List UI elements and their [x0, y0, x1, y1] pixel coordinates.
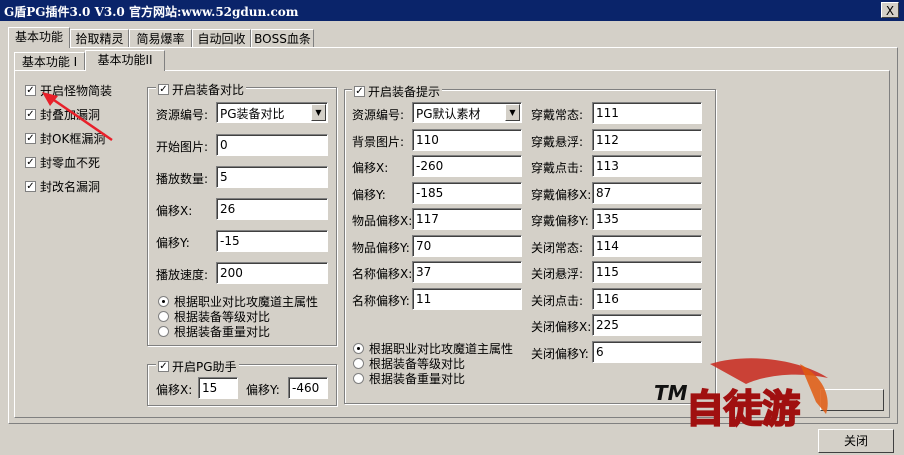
- etl-input[interactable]: 11: [412, 287, 522, 310]
- tab-4[interactable]: 自动回收: [192, 29, 251, 47]
- ec-input[interactable]: 26: [216, 198, 328, 220]
- etl-label: 偏移X:: [352, 161, 389, 175]
- etl-select-value: PG默认素材: [416, 107, 481, 121]
- ec-label: 播放数量:: [156, 172, 209, 186]
- window-title: G盾PG插件3.0 V3.0 官方网站:www.52gdun.com: [4, 5, 299, 19]
- etr-label: 穿戴悬浮:: [531, 134, 584, 149]
- etr-input[interactable]: 87: [592, 181, 702, 204]
- etr-input[interactable]: 112: [592, 128, 702, 151]
- etr-label: 穿戴偏移Y:: [531, 214, 589, 228]
- ec-label: 资源编号:: [156, 108, 209, 122]
- ec-label: 偏移Y:: [156, 236, 190, 250]
- radio-unselected-icon[interactable]: [158, 326, 169, 337]
- etl-select[interactable]: PG默认素材 ▼: [412, 102, 522, 123]
- left-option-label: 封改名漏洞: [40, 180, 101, 194]
- etl-label: 名称偏移Y:: [352, 293, 410, 308]
- etr-input[interactable]: 113: [592, 155, 702, 177]
- etl-input[interactable]: 70: [412, 234, 522, 257]
- subtab-2[interactable]: 基本功能II: [85, 50, 165, 71]
- ec-input[interactable]: 200: [216, 262, 328, 284]
- etr-label: 穿戴常态:: [531, 108, 584, 122]
- radio-selected-icon[interactable]: [158, 296, 169, 307]
- etl-label: 偏移Y:: [352, 187, 386, 202]
- ec-input[interactable]: 5: [216, 166, 328, 188]
- etl-input[interactable]: 110: [412, 128, 522, 151]
- equip-compare-checkbox[interactable]: ✓: [158, 84, 169, 95]
- etr-input[interactable]: 225: [592, 314, 702, 336]
- watermark-logo: TM 自徒游: [654, 358, 828, 432]
- etr-label: 关闭悬浮:: [531, 267, 584, 281]
- etr-label: 关闭偏移Y:: [531, 346, 589, 361]
- radio-label: 根据装备重量对比: [369, 372, 466, 386]
- etr-label: 穿戴偏移X:: [531, 187, 592, 202]
- checkbox-checked[interactable]: ✓: [25, 109, 36, 120]
- checkbox-checked[interactable]: ✓: [25, 181, 36, 192]
- etl-label: 物品偏移X:: [352, 214, 413, 228]
- etr-label: 穿戴点击:: [531, 161, 584, 175]
- chevron-down-icon[interactable]: ▼: [311, 104, 326, 121]
- radio-option[interactable]: 根据装备重量对比: [353, 370, 465, 387]
- etr-input[interactable]: 111: [592, 102, 702, 124]
- etl-input[interactable]: 117: [412, 208, 522, 230]
- pg-helper-title: 开启PG助手: [172, 360, 237, 374]
- pg-helper-offset-x-input[interactable]: 15: [198, 377, 238, 399]
- ec-select-value: PG装备对比: [220, 107, 285, 121]
- tab-2[interactable]: 拾取精灵: [70, 29, 129, 47]
- etr-label: 关闭偏移X:: [531, 320, 592, 334]
- etl-label: 名称偏移X:: [352, 267, 413, 281]
- etr-label: 关闭常态:: [531, 240, 584, 255]
- radio-unselected-icon[interactable]: [353, 358, 364, 369]
- etl-input[interactable]: -260: [412, 155, 522, 177]
- etl-input[interactable]: -185: [412, 181, 522, 204]
- pg-helper-legend: ✓ 开启PG助手: [156, 358, 239, 375]
- equip-tip-checkbox[interactable]: ✓: [354, 86, 365, 97]
- etl-input[interactable]: 37: [412, 261, 522, 283]
- etr-input[interactable]: 116: [592, 287, 702, 310]
- radio-selected-icon[interactable]: [353, 343, 364, 354]
- radio-unselected-icon[interactable]: [353, 373, 364, 384]
- checkbox-checked[interactable]: ✓: [25, 157, 36, 168]
- ec-label: 开始图片:: [156, 140, 209, 154]
- pg-helper-checkbox[interactable]: ✓: [158, 361, 169, 372]
- equip-tip-legend: ✓ 开启装备提示: [352, 83, 443, 100]
- etr-input[interactable]: 115: [592, 261, 702, 283]
- etr-input[interactable]: 135: [592, 208, 702, 230]
- chevron-down-icon[interactable]: ▼: [505, 104, 520, 121]
- pg-helper-offset-y-label: 偏移Y:: [246, 383, 280, 397]
- subtab-1[interactable]: 基本功能 I: [14, 52, 85, 71]
- equip-compare-legend: ✓ 开启装备对比: [156, 81, 247, 98]
- equip-compare-title: 开启装备对比: [172, 83, 245, 97]
- radio-unselected-icon[interactable]: [158, 311, 169, 322]
- checkbox-checked[interactable]: ✓: [25, 133, 36, 144]
- red-arrow-annotation: [42, 92, 113, 142]
- title-bar: G盾PG插件3.0 V3.0 官方网站:www.52gdun.com X: [0, 0, 904, 21]
- ec-input[interactable]: -15: [216, 230, 328, 252]
- left-option-label: 封零血不死: [40, 156, 101, 170]
- ec-select[interactable]: PG装备对比 ▼: [216, 102, 328, 123]
- tab-5[interactable]: BOSS血条: [251, 29, 314, 47]
- radio-option[interactable]: 根据装备重量对比: [158, 323, 270, 340]
- tab-3[interactable]: 简易爆率: [129, 29, 192, 47]
- left-option-row[interactable]: ✓ 封零血不死: [25, 154, 100, 171]
- window-close-icon[interactable]: X: [881, 2, 899, 18]
- etl-label: 物品偏移Y:: [352, 240, 410, 255]
- svg-text:TM: TM: [654, 381, 688, 405]
- etl-label: 背景图片:: [352, 134, 405, 149]
- ec-label: 播放速度:: [156, 268, 209, 282]
- etl-label: 资源编号:: [352, 108, 405, 122]
- checkbox-checked[interactable]: ✓: [25, 85, 36, 96]
- ec-label: 偏移X:: [156, 204, 193, 218]
- ec-input[interactable]: 0: [216, 134, 328, 156]
- pg-helper-offset-y-input[interactable]: -460: [288, 377, 328, 399]
- radio-label: 根据装备重量对比: [174, 325, 271, 339]
- pg-helper-offset-x-label: 偏移X:: [156, 383, 193, 397]
- svg-text:自徒游: 自徒游: [686, 386, 800, 431]
- left-option-row[interactable]: ✓ 封改名漏洞: [25, 178, 100, 195]
- tab-1[interactable]: 基本功能: [8, 27, 70, 48]
- equip-tip-title: 开启装备提示: [368, 85, 441, 99]
- etr-label: 关闭点击:: [531, 293, 584, 308]
- etr-input[interactable]: 114: [592, 234, 702, 257]
